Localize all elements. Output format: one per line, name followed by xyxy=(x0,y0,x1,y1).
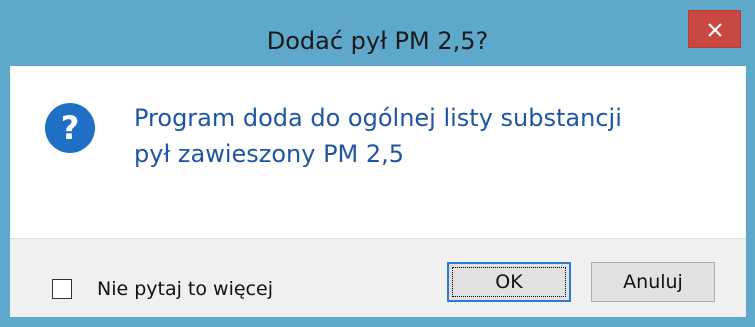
message-text: Program doda do ogólnej listy substancji… xyxy=(134,100,724,172)
svg-text:?: ? xyxy=(61,109,80,147)
cancel-button[interactable]: Anuluj xyxy=(591,262,715,302)
close-icon xyxy=(708,23,722,37)
message-line-2: pył zawieszony PM 2,5 xyxy=(134,140,405,168)
close-button[interactable] xyxy=(688,10,741,48)
dont-ask-again-checkbox[interactable]: Nie pytaj to więcej xyxy=(52,277,273,301)
checkbox-box[interactable] xyxy=(52,279,72,299)
message-area: ? Program doda do ogólnej listy substanc… xyxy=(10,66,746,238)
dialog-window: Dodać pył PM 2,5? ? Program doda do ogól… xyxy=(0,0,755,327)
cancel-button-label: Anuluj xyxy=(623,271,683,293)
checkbox-label[interactable]: Nie pytaj to więcej xyxy=(97,278,273,300)
message-line-1: Program doda do ogólnej listy substancji xyxy=(134,104,622,132)
button-bar: Nie pytaj to więcej OK Anuluj xyxy=(10,238,746,317)
ok-button[interactable]: OK xyxy=(447,262,571,302)
dialog-title: Dodać pył PM 2,5? xyxy=(266,27,489,55)
question-icon: ? xyxy=(45,103,95,153)
focus-ring xyxy=(452,267,566,297)
